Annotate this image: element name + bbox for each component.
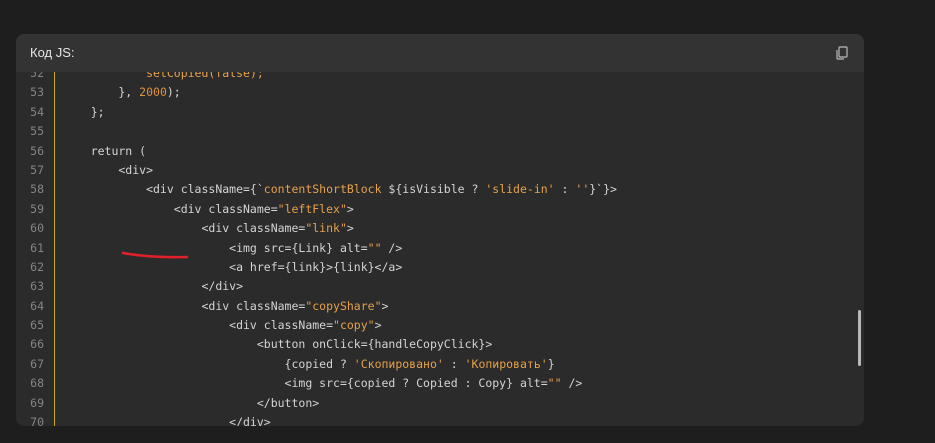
code-token: } [547,356,555,371]
red-underline-annotation [121,251,189,259]
code-token: <div className= [63,221,306,236]
code-token: </div> [63,279,244,294]
code-text: <a href={link}>{link}</a> [63,258,402,277]
line-number: 54 [30,104,44,119]
code-token: <div className={` [63,182,264,197]
code-token: </button> [63,395,320,410]
code-token: }`}> [589,182,617,197]
code-token: {copied ? [63,356,354,371]
code-text: <div className="copy"> [63,316,382,335]
code-text: {copied ? 'Скопировано' : 'Копировать'} [63,355,555,374]
code-token: > [346,221,354,236]
code-text: setCopied(false); [63,72,264,83]
code-text: <div className="copyShare"> [63,297,388,316]
code-panel-title: Код JS: [30,45,75,60]
code-text: </button> [63,394,319,413]
line-number: 60 [30,221,44,236]
code-text: <button onClick={handleCopyClick}> [63,335,492,354]
code-token: </div> [63,415,271,426]
line-number: 55 [30,124,44,139]
line-number: 63 [30,279,44,294]
code-token: > [374,318,382,333]
code-text: <img src={copied ? Copied : Copy} alt=""… [63,374,583,393]
code-token: > [381,298,389,313]
code-token: <button onClick={handleCopyClick}> [63,337,493,352]
code-text: }, 2000); [63,83,181,102]
code-token: "copyShare" [305,298,382,313]
code-token: /> [381,240,403,255]
code-text: return ( [63,142,146,161]
line-number: 58 [30,182,44,197]
gutter-divider [54,72,55,426]
code-text: <img src={Link} alt="" /> [63,239,402,258]
code-token: "" [367,240,382,255]
code-panel: Код JS: 52 setCopied(false); 53 }, 2000);… [16,34,864,426]
page: Код JS: 52 setCopied(false); 53 }, 2000);… [0,0,935,443]
code-token: 'slide-in' [485,182,555,197]
code-token: <img src={copied ? Copied : Copy} alt= [63,376,548,391]
code-panel-header: Код JS: [16,34,864,72]
code-token: /> [561,376,583,391]
code-token: setCopied(false); [146,72,264,80]
code-token: "link" [305,221,347,236]
code-text: <div> [63,161,153,180]
code-token: ${isVisible ? [381,182,486,197]
line-number: 53 [30,85,44,100]
line-number: 56 [30,143,44,158]
vertical-scrollbar-thumb[interactable] [858,310,861,366]
code-token: 'Копировать' [464,356,548,371]
line-number: 67 [30,356,44,371]
line-number: 59 [30,201,44,216]
line-number: 68 [30,376,44,391]
copy-icon [836,46,848,60]
code-text: <div className="link"> [63,219,354,238]
code-token: <a href={link}>{link}</a> [63,259,403,274]
code-token: return ( [63,143,147,158]
code-token: <div className= [63,298,306,313]
code-token: }; [63,104,105,119]
line-number: 52 [30,72,44,80]
code-text: }; [63,103,105,122]
line-number: 64 [30,298,44,313]
code-token: 2000 [139,85,167,100]
code-text: <div className={`contentShortBlock ${isV… [63,180,617,199]
code-token: <img src={Link} alt= [63,240,368,255]
line-number: 57 [30,162,44,177]
code-token: }, [63,85,140,100]
code-text: </div> [63,413,271,426]
code-text: </div> [63,277,243,296]
copy-code-button[interactable] [834,45,850,61]
code-token: contentShortBlock [263,182,382,197]
code-area[interactable]: 52 setCopied(false); 53 }, 2000); 54 }; 55 5… [16,72,864,426]
code-token: <div className= [63,201,278,216]
line-number: 66 [30,337,44,352]
code-token: : [443,356,465,371]
line-number: 61 [30,240,44,255]
code-token: "leftFlex" [277,201,347,216]
code-token: 'Скопировано' [353,356,444,371]
line-number: 69 [30,395,44,410]
line-number: 70 [30,415,44,426]
code-token: <div className= [63,318,334,333]
code-token: ); [166,85,181,100]
line-number: 65 [30,318,44,333]
code-text: <div className="leftFlex"> [63,200,354,219]
code-token: "copy" [333,318,375,333]
code-token: "" [547,376,562,391]
code-token: <div> [63,162,154,177]
code-token: : [554,182,576,197]
line-number: 62 [30,259,44,274]
code-token: > [346,201,354,216]
code-token: '' [575,182,590,197]
